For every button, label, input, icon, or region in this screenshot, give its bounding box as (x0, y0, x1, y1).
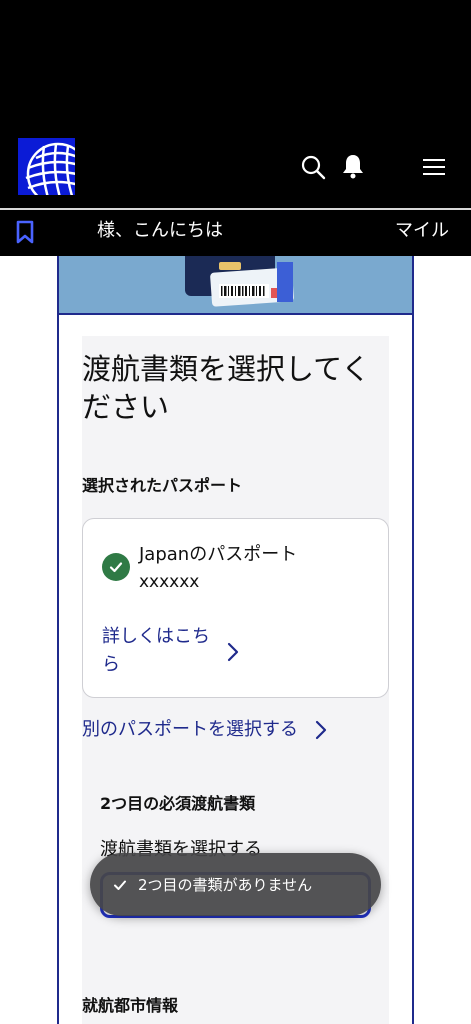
error-toast: 2つ目の書類がありません (90, 853, 381, 916)
status-bar-area (0, 0, 471, 138)
second-required-doc-heading: 2つ目の必須渡航書類 (100, 794, 256, 813)
hamburger-menu-icon (423, 159, 445, 175)
globe-icon (25, 142, 75, 195)
page-title: 渡航書類を選択してください (82, 352, 371, 424)
menu-button[interactable] (419, 152, 449, 182)
search-icon (301, 155, 326, 180)
passport-details-link[interactable]: 詳しくはこちら (102, 623, 222, 679)
miles-link[interactable]: マイル (395, 218, 449, 244)
choose-other-passport-link[interactable]: 別のパスポートを選択する (82, 716, 298, 744)
passport-name: Japanのパスポート (139, 544, 298, 565)
bookmark-icon (16, 220, 34, 244)
chevron-right-icon[interactable] (314, 719, 328, 741)
passport-illustration-art (59, 256, 412, 313)
toast-message: 2つ目の書類がありません (138, 875, 313, 894)
passport-illustration (59, 256, 412, 315)
top-navigation-bar (0, 138, 471, 208)
selected-passport-card: Japanのパスポート xxxxxx 詳しくはこちら (82, 518, 389, 698)
bell-icon (343, 155, 363, 179)
passport-number: xxxxxx (139, 572, 200, 592)
greeting-bar: 様、こんにちは マイル (0, 210, 471, 256)
search-button[interactable] (298, 152, 328, 182)
bookmark-button[interactable] (14, 220, 36, 244)
united-globe-logo[interactable] (18, 138, 75, 195)
notifications-button[interactable] (338, 150, 368, 182)
check-circle-icon (102, 553, 130, 581)
chevron-right-icon[interactable] (226, 641, 240, 663)
checkmark-icon (114, 880, 126, 890)
selected-passport-heading: 選択されたパスポート (82, 476, 243, 495)
greeting-text: 様、こんにちは (97, 220, 223, 241)
city-info-heading: 就航都市情報 (82, 996, 179, 1015)
